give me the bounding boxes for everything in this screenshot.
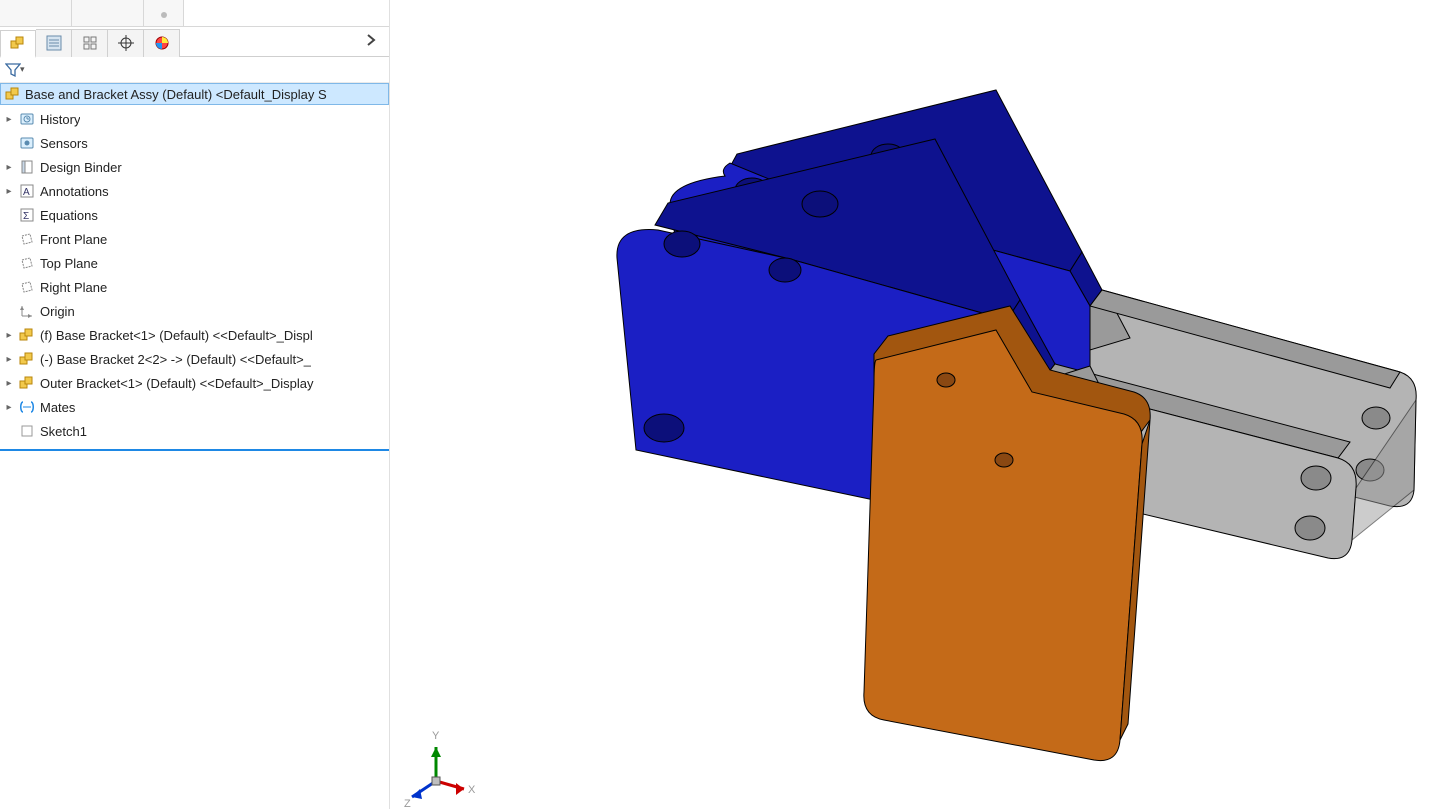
tree-item[interactable]: ▸ (-) Base Bracket 2<2> -> (Default) <<De… <box>0 347 389 371</box>
tab-dimxpert[interactable] <box>108 29 144 57</box>
tree-item-label: Sketch1 <box>40 424 87 439</box>
annotations-icon: A <box>18 182 36 200</box>
tree-item-label: Outer Bracket<1> (Default) <<Default>_Di… <box>40 376 314 391</box>
tree-twisty[interactable]: ▸ <box>4 354 14 365</box>
tree-filter-row: ▾ <box>0 57 389 83</box>
tree-item[interactable]: ▸ Design Binder <box>0 155 389 179</box>
tree-item[interactable]: ▸ (f) Base Bracket<1> (Default) <<Default… <box>0 323 389 347</box>
assembly-icon <box>10 35 26 51</box>
tree-root-label: Base and Bracket Assy (Default) <Default… <box>25 87 384 102</box>
tree-twisty[interactable]: ▸ <box>4 378 14 389</box>
svg-text:Σ: Σ <box>23 211 29 222</box>
tree-item-label: Origin <box>40 304 75 319</box>
target-icon <box>118 35 134 51</box>
view-triad[interactable]: Z X Y <box>400 723 480 809</box>
tree-twisty[interactable]: ▸ <box>4 162 14 173</box>
tab-display[interactable] <box>144 29 180 57</box>
tree-item[interactable]: ▸Sketch1 <box>0 419 389 443</box>
tree-twisty[interactable]: ▸ <box>4 186 14 197</box>
part-icon <box>18 374 36 392</box>
tab-configuration[interactable] <box>72 29 108 57</box>
tree-twisty[interactable]: ▸ <box>4 330 14 341</box>
plane-icon <box>18 230 36 248</box>
svg-text:A: A <box>23 187 30 198</box>
tree-item[interactable]: ▸Right Plane <box>0 275 389 299</box>
plane-icon <box>18 278 36 296</box>
graphics-viewport[interactable]: Z X Y <box>390 0 1447 809</box>
tree-item[interactable]: ▸Sensors <box>0 131 389 155</box>
sensors-icon <box>18 134 36 152</box>
tree-item-label: Top Plane <box>40 256 98 271</box>
tree-item[interactable]: ▸ΣEquations <box>0 203 389 227</box>
tree-item[interactable]: ▸ Mates <box>0 395 389 419</box>
top-ruler-strip <box>0 0 389 27</box>
feature-tree-panel: ▾ Base and Bracket Assy (Default) <Defau… <box>0 0 390 809</box>
expand-panel-button[interactable] <box>359 32 383 51</box>
origin-icon <box>18 302 36 320</box>
triad-z-label: Z <box>404 798 411 809</box>
tree-item-label: Right Plane <box>40 280 107 295</box>
filter-dropdown-caret[interactable]: ▾ <box>20 64 25 75</box>
equations-icon: Σ <box>18 206 36 224</box>
plane-icon <box>18 254 36 272</box>
tree-end-marker <box>0 449 389 451</box>
tree-twisty[interactable]: ▸ <box>4 114 14 125</box>
tree-item[interactable]: ▸ History <box>0 107 389 131</box>
tree-item-label: Sensors <box>40 136 88 151</box>
tree-item[interactable]: ▸Top Plane <box>0 251 389 275</box>
part-icon <box>18 326 36 344</box>
tab-feature-tree[interactable] <box>0 30 36 58</box>
appearance-icon <box>154 35 170 51</box>
tree-item-label: Design Binder <box>40 160 122 175</box>
triad-x-label: X <box>468 784 476 796</box>
feature-tree: ▸History▸Sensors▸Design Binder▸AAnnotati… <box>0 105 389 447</box>
panel-tab-row <box>0 27 389 57</box>
part-icon <box>18 350 36 368</box>
tree-item[interactable]: ▸ A Annotations <box>0 179 389 203</box>
tree-item-label: Equations <box>40 208 98 223</box>
tree-item-label: Front Plane <box>40 232 107 247</box>
tree-item-label: (-) Base Bracket 2<2> -> (Default) <<Def… <box>40 352 311 367</box>
chevron-right-icon <box>363 32 379 48</box>
tree-twisty[interactable]: ▸ <box>4 402 14 413</box>
tree-root[interactable]: Base and Bracket Assy (Default) <Default… <box>0 83 389 105</box>
tree-item[interactable]: ▸ Outer Bracket<1> (Default) <<Default>_D… <box>0 371 389 395</box>
config-icon <box>82 35 98 51</box>
tree-item[interactable]: ▸Origin <box>0 299 389 323</box>
tab-property-manager[interactable] <box>36 29 72 57</box>
tree-item-label: Annotations <box>40 184 109 199</box>
tree-item-label: History <box>40 112 80 127</box>
binder-icon <box>18 158 36 176</box>
tree-item[interactable]: ▸Front Plane <box>0 227 389 251</box>
tree-item-label: (f) Base Bracket<1> (Default) <<Default>… <box>40 328 313 343</box>
tree-item-label: Mates <box>40 400 75 415</box>
funnel-icon <box>5 62 21 78</box>
sketch-icon <box>18 422 36 440</box>
triad-y-label: Y <box>432 730 440 742</box>
assembly-icon <box>5 86 21 102</box>
mates-icon <box>18 398 36 416</box>
list-icon <box>46 35 62 51</box>
history-icon <box>18 110 36 128</box>
model-view[interactable] <box>390 0 1447 809</box>
